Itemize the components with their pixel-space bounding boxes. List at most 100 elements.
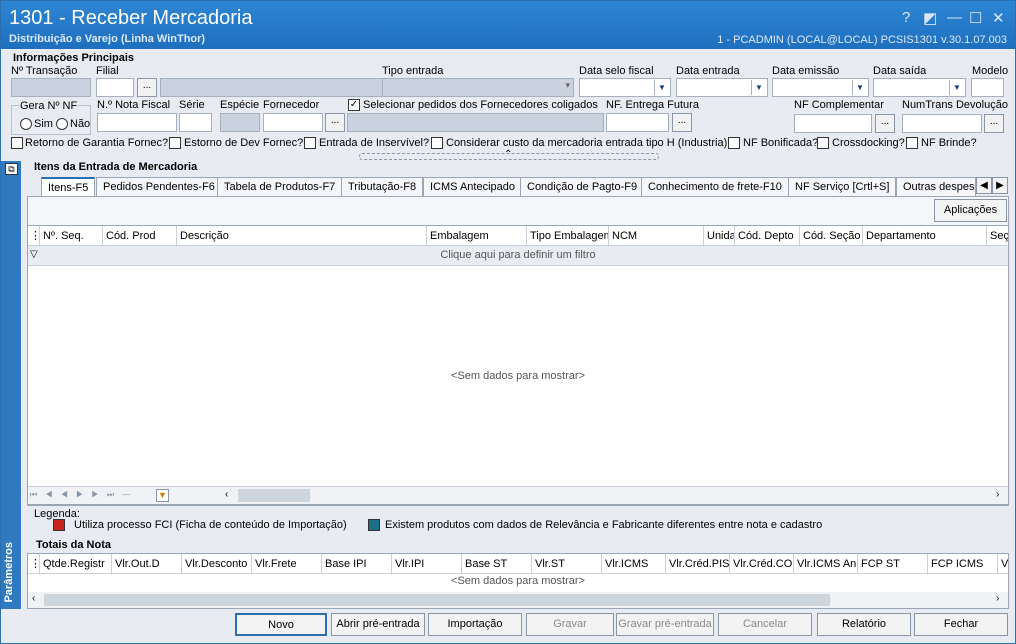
calendar-dropdown-icon[interactable]: ▼: [852, 80, 867, 95]
nf-complementar-input[interactable]: [794, 114, 872, 133]
fornecedor-search-button[interactable]: ...: [325, 113, 345, 132]
col-unidade[interactable]: Unida: [704, 226, 735, 246]
numtrans-search-button[interactable]: ...: [984, 114, 1004, 133]
custo-tipo-h-checkbox[interactable]: [431, 137, 443, 149]
cancelar-button[interactable]: Cancelar: [718, 613, 812, 636]
importacao-button[interactable]: Importação: [428, 613, 522, 636]
relatorio-button[interactable]: Relatório: [817, 613, 911, 636]
tot-col-10[interactable]: Vlr.Créd.CO: [730, 554, 794, 574]
totais-scroll-right-icon[interactable]: ›: [996, 593, 999, 604]
calendar-dropdown-icon[interactable]: ▼: [751, 80, 766, 95]
calendar-dropdown-icon[interactable]: ▼: [654, 80, 669, 95]
data-selo-input[interactable]: ▼: [579, 78, 671, 97]
tot-col-12[interactable]: FCP ST: [858, 554, 928, 574]
tot-col-3[interactable]: Vlr.Frete: [252, 554, 322, 574]
numtrans-input[interactable]: [902, 114, 982, 133]
abrir-pre-entrada-button[interactable]: Abrir pré-entrada: [331, 613, 425, 636]
crossdocking-checkbox[interactable]: [817, 137, 829, 149]
minimize-icon[interactable]: —: [947, 9, 962, 26]
tab-outras-despesas[interactable]: Outras despes: [896, 177, 976, 197]
tab-condicao-pagto[interactable]: Condição de Pagto-F9: [520, 177, 645, 197]
filter-row[interactable]: ▽ Clique aqui para definir um filtro: [28, 246, 1008, 266]
filial-input[interactable]: [96, 78, 134, 97]
tot-col-13[interactable]: FCP ICMS: [928, 554, 998, 574]
tab-tributacao[interactable]: Tributação-F8: [341, 177, 424, 197]
tot-col-11[interactable]: Vlr.ICMS An: [794, 554, 858, 574]
tot-col-5[interactable]: Vlr.IPI: [392, 554, 462, 574]
tipo-entrada-select[interactable]: ▾: [382, 78, 574, 97]
totais-column-chooser-icon[interactable]: ⋮: [28, 554, 40, 574]
nota-fiscal-input[interactable]: [97, 113, 177, 132]
tot-col-6[interactable]: Base ST: [462, 554, 532, 574]
tot-col-2[interactable]: Vlr.Desconto: [182, 554, 252, 574]
nf-entrega-input[interactable]: [606, 113, 669, 132]
col-ncm[interactable]: NCM: [609, 226, 704, 246]
scroll-right-icon[interactable]: ›: [996, 489, 999, 500]
transacao-input[interactable]: [11, 78, 91, 97]
itens-grid[interactable]: ⋮ Nº. Seq. Cód. Prod Descrição Embalagem…: [27, 225, 1009, 505]
totais-grid[interactable]: ⋮ Qtde.Registr Vlr.Out.D Vlr.Desconto Vl…: [27, 553, 1009, 609]
close-icon[interactable]: ✕: [992, 9, 1005, 27]
filter-hint[interactable]: Clique aqui para definir um filtro: [28, 249, 1008, 261]
tab-scroll-left-icon[interactable]: ◀: [976, 177, 992, 194]
tot-col-9[interactable]: Vlr.Créd.PIS: [666, 554, 730, 574]
tab-conhecimento-frete[interactable]: Conhecimento de frete-F10: [641, 177, 789, 197]
estorno-dev-checkbox[interactable]: [169, 137, 181, 149]
retorno-garantia-checkbox[interactable]: [11, 137, 23, 149]
tot-col-4[interactable]: Base IPI: [322, 554, 392, 574]
col-tipo-embalagem[interactable]: Tipo Embalagem: [527, 226, 609, 246]
novo-button[interactable]: Novo: [235, 613, 327, 636]
tab-nf-servico[interactable]: NF Serviço [Crtl+S]: [788, 177, 897, 197]
nf-bonificada-checkbox[interactable]: [728, 137, 740, 149]
nf-entrega-search-button[interactable]: ...: [672, 113, 692, 132]
col-secao[interactable]: Seç: [987, 226, 1008, 246]
col-cod-prod[interactable]: Cód. Prod: [103, 226, 177, 246]
dock-panel-icon[interactable]: ⧉: [5, 163, 18, 175]
restore-layout-icon[interactable]: ◩: [923, 9, 937, 27]
radio-nao[interactable]: [56, 118, 68, 130]
data-saida-input[interactable]: ▼: [873, 78, 966, 97]
data-entrada-input[interactable]: ▼: [676, 78, 768, 97]
tot-col-8[interactable]: Vlr.ICMS: [602, 554, 666, 574]
gravar-button[interactable]: Gravar: [526, 613, 614, 636]
column-chooser-icon[interactable]: ⋮: [28, 226, 40, 246]
data-emissao-input[interactable]: ▼: [772, 78, 869, 97]
fechar-button[interactable]: Fechar: [914, 613, 1008, 636]
calendar-dropdown-icon[interactable]: ▼: [949, 80, 964, 95]
modelo-input[interactable]: [971, 78, 1004, 97]
tot-col-0[interactable]: Qtde.Registr: [40, 554, 112, 574]
tot-col-7[interactable]: Vlr.ST: [532, 554, 602, 574]
tab-scroll-right-icon[interactable]: ▶: [992, 177, 1008, 194]
chevron-up-icon[interactable]: ⌃: [504, 149, 512, 160]
filial-search-button[interactable]: ...: [137, 78, 157, 97]
col-seq[interactable]: Nº. Seq.: [40, 226, 103, 246]
gravar-pre-entrada-button[interactable]: Gravar pré-entrada: [616, 613, 714, 636]
tab-tabela-produtos[interactable]: Tabela de Produtos-F7: [217, 177, 343, 197]
parametros-sidebar[interactable]: Parâmetros: [1, 161, 21, 609]
filter-toggle-icon[interactable]: ▼: [156, 489, 169, 502]
nf-complementar-search-button[interactable]: ...: [875, 114, 895, 133]
col-embalagem[interactable]: Embalagem: [427, 226, 527, 246]
tab-itens[interactable]: Itens-F5: [41, 177, 96, 197]
maximize-icon[interactable]: ☐: [969, 9, 982, 27]
col-cod-depto[interactable]: Cód. Depto: [735, 226, 800, 246]
help-icon[interactable]: ?: [902, 9, 910, 26]
col-cod-secao[interactable]: Cód. Seção: [800, 226, 863, 246]
tot-col-1[interactable]: Vlr.Out.D: [112, 554, 182, 574]
fornecedor-input[interactable]: [263, 113, 323, 132]
navigator-buttons-icon[interactable]: ⏮ ◀ ◀ ▶ ▶ ⏭ —: [30, 490, 133, 500]
inservivel-checkbox[interactable]: [304, 137, 316, 149]
scroll-left-icon[interactable]: ‹: [225, 489, 228, 500]
horizontal-scrollbar-thumb[interactable]: [238, 489, 310, 502]
radio-sim[interactable]: [20, 118, 32, 130]
totais-scrollbar-thumb[interactable]: [44, 594, 830, 606]
col-departamento[interactable]: Departamento: [863, 226, 987, 246]
tab-pedidos-pendentes[interactable]: Pedidos Pendentes-F6: [96, 177, 222, 197]
nf-brinde-checkbox[interactable]: [906, 137, 918, 149]
aplicacoes-button[interactable]: Aplicações: [934, 199, 1007, 222]
totais-scroll-left-icon[interactable]: ‹: [32, 593, 35, 604]
tab-icms-antecipado[interactable]: ICMS Antecipado: [423, 177, 522, 197]
col-descricao[interactable]: Descrição: [177, 226, 427, 246]
serie-input[interactable]: [179, 113, 212, 132]
selecionar-coligados-checkbox[interactable]: ✓: [348, 99, 360, 111]
